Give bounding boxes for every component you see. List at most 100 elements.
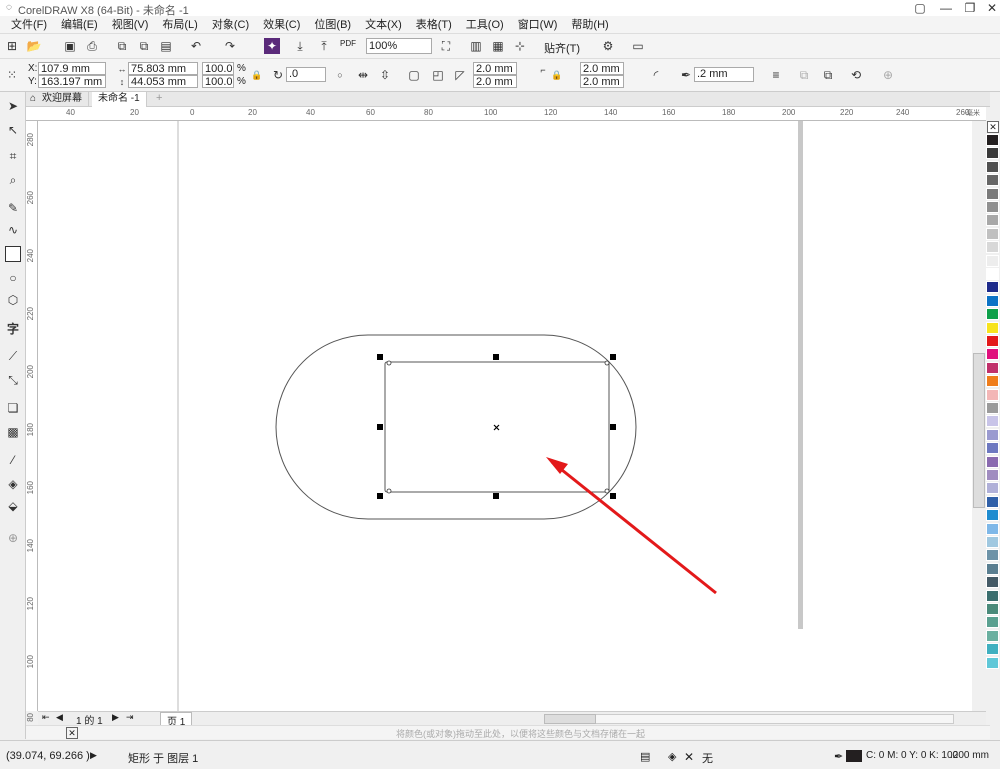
first-page-icon[interactable]: ⇤: [42, 712, 50, 723]
color-swatch[interactable]: [986, 522, 999, 535]
menu-item[interactable]: 文件(F): [4, 17, 54, 33]
close-icon[interactable]: ✕: [984, 0, 1000, 16]
print-icon[interactable]: ⎙: [84, 38, 100, 54]
color-proof-icon[interactable]: ▤: [640, 750, 650, 763]
color-swatch[interactable]: [986, 643, 999, 656]
next-page-icon[interactable]: ▶: [112, 712, 119, 723]
open-icon[interactable]: 📂: [26, 38, 42, 54]
color-swatch[interactable]: [986, 536, 999, 548]
zoom-level-select[interactable]: 100%: [366, 38, 432, 54]
cut-icon[interactable]: ⧉: [114, 38, 130, 54]
color-swatch[interactable]: [986, 616, 999, 629]
color-swatch[interactable]: [986, 241, 999, 254]
color-swatch[interactable]: [986, 495, 999, 508]
y-position-field[interactable]: 163.197 mm: [38, 75, 106, 88]
corner-radius-bottom-left-field[interactable]: 2.0 mm: [473, 75, 517, 88]
zoom-to-page-icon[interactable]: ⛶: [438, 38, 454, 54]
handle-top-left[interactable]: [377, 354, 383, 360]
tab-document[interactable]: 未命名 -1: [92, 92, 147, 107]
artistic-media-tool-icon[interactable]: ∿: [5, 222, 21, 238]
color-swatch[interactable]: [986, 361, 999, 374]
transparency-tool-icon[interactable]: ▩: [5, 424, 21, 440]
application-launcher-icon[interactable]: ▭: [630, 38, 646, 54]
to-back-icon[interactable]: ⧉: [820, 67, 836, 83]
color-swatch[interactable]: [986, 214, 999, 227]
restore-icon[interactable]: ❐: [962, 0, 978, 16]
color-swatch[interactable]: [986, 335, 999, 347]
to-front-icon[interactable]: ⧉: [796, 67, 812, 83]
interactive-fill-tool-icon[interactable]: ◈: [5, 476, 21, 492]
horizontal-ruler[interactable]: 40 20 0 20 40 60 80 100 120 140 160 180 200 220 240 260: [26, 107, 986, 121]
vertical-ruler[interactable]: 280 260 240 220 200 180 160 140 120 100 80: [26, 121, 38, 722]
color-swatch[interactable]: [986, 549, 999, 562]
polygon-tool-icon[interactable]: ⬡: [5, 292, 21, 308]
smart-fill-tool-icon[interactable]: ⬙: [5, 498, 21, 514]
mirror-vertical-icon[interactable]: ⇳: [377, 67, 393, 83]
full-screen-icon[interactable]: ▥: [468, 38, 484, 54]
rounded-capsule-shape[interactable]: [275, 334, 637, 520]
ellipse-tool-icon[interactable]: ○: [5, 270, 21, 286]
color-swatch[interactable]: [986, 134, 999, 146]
handle-bottom-right[interactable]: [610, 493, 616, 499]
menu-item[interactable]: 帮助(H): [564, 17, 615, 33]
rulers-icon[interactable]: ▦: [490, 38, 506, 54]
menu-item[interactable]: 视图(V): [105, 17, 156, 33]
color-swatch[interactable]: [986, 469, 999, 481]
pick-tool-icon[interactable]: ➤: [5, 98, 21, 114]
handle-left[interactable]: [377, 424, 383, 430]
object-height-field[interactable]: 44.053 mm: [128, 75, 198, 88]
color-swatch[interactable]: [986, 482, 999, 495]
color-swatch[interactable]: [986, 201, 999, 213]
color-swatch[interactable]: [986, 147, 999, 160]
corner-node[interactable]: [386, 360, 392, 366]
convert-to-curves-icon[interactable]: ⟲: [848, 67, 864, 83]
outline-pen-status-icon[interactable]: ✒: [834, 750, 843, 763]
crop-tool-icon[interactable]: ⌗: [5, 148, 21, 164]
handle-bottom-left[interactable]: [377, 493, 383, 499]
chamfered-corner-icon[interactable]: ◸: [452, 67, 468, 83]
color-swatch[interactable]: [986, 509, 999, 522]
color-swatch[interactable]: [986, 576, 999, 589]
minimize-icon[interactable]: —: [938, 0, 954, 16]
horizontal-scrollbar[interactable]: [544, 714, 954, 724]
snap-to-dropdown[interactable]: 贴齐(T): [544, 40, 580, 56]
eyedropper-tool-icon[interactable]: ⁄: [5, 452, 21, 468]
shape-tool-icon[interactable]: ↖: [5, 122, 21, 138]
zoom-tool-icon[interactable]: ⌕: [5, 172, 21, 188]
horizontal-scroll-thumb[interactable]: [544, 714, 596, 724]
color-swatch[interactable]: [986, 375, 999, 388]
color-swatch[interactable]: [986, 321, 999, 334]
document-no-color-swatch[interactable]: ✕: [66, 727, 78, 739]
color-swatch[interactable]: [986, 174, 999, 187]
menu-item[interactable]: 效果(C): [256, 17, 307, 33]
text-tool-icon[interactable]: 字: [5, 320, 21, 336]
lock-ratio-icon[interactable]: 🔒: [249, 67, 265, 83]
round-corner-icon[interactable]: ▢: [406, 67, 422, 83]
scroll-thumb[interactable]: [973, 353, 985, 508]
status-arrow-icon[interactable]: ▶: [90, 750, 97, 761]
color-swatch[interactable]: [986, 428, 999, 441]
text-wrap-icon[interactable]: ≡: [768, 67, 784, 83]
color-swatch[interactable]: [986, 160, 999, 173]
rectangle-tool-icon[interactable]: [5, 246, 21, 262]
menu-item[interactable]: 文本(X): [358, 17, 409, 33]
color-swatch[interactable]: [986, 442, 999, 455]
fill-bucket-icon[interactable]: ◈: [668, 750, 676, 763]
handle-top-right[interactable]: [610, 354, 616, 360]
menu-item[interactable]: 表格(T): [409, 17, 459, 33]
mirror-horizontal-icon[interactable]: ⇹: [355, 67, 371, 83]
search-content-icon[interactable]: ✦: [264, 38, 280, 54]
corner-node[interactable]: [604, 360, 610, 366]
connector-tool-icon[interactable]: ⤡: [5, 372, 21, 388]
new-document-icon[interactable]: ⊞: [4, 38, 20, 54]
publish-pdf-button[interactable]: PDF: [340, 39, 356, 48]
save-icon[interactable]: ▣: [62, 38, 78, 54]
color-swatch[interactable]: [986, 268, 999, 280]
color-swatch[interactable]: [986, 187, 999, 200]
options-gear-icon[interactable]: ⚙: [600, 38, 616, 54]
user-icon[interactable]: ▢: [912, 0, 928, 16]
add-icon[interactable]: ⊕: [880, 67, 896, 83]
color-swatch[interactable]: [986, 348, 999, 361]
corner-nodes[interactable]: [386, 360, 610, 494]
rotation-angle-field[interactable]: .0: [286, 67, 326, 82]
